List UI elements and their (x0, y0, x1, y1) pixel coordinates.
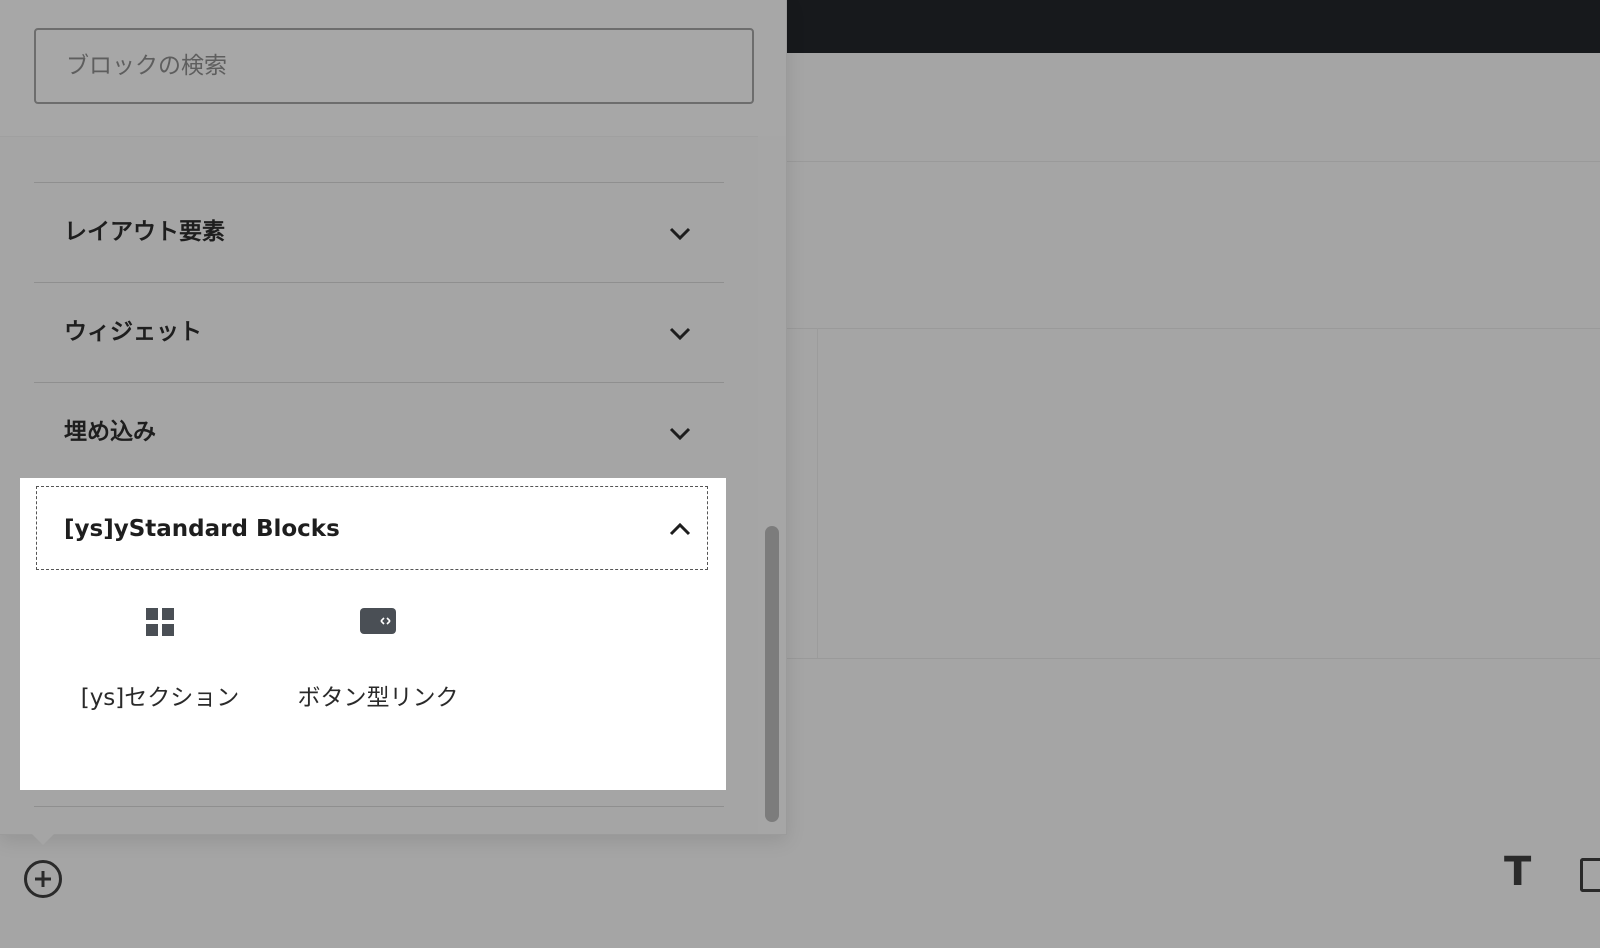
chevron-up-icon (669, 522, 691, 536)
text-tool-icon[interactable]: T (1504, 852, 1538, 892)
category-header[interactable]: [ys]yStandard Blocks (36, 486, 708, 570)
category-label: 埋め込み (64, 419, 156, 445)
block-item-button-link[interactable]: ボタン型リンク (278, 608, 478, 728)
add-block-button[interactable] (24, 860, 62, 898)
editor-divider (786, 161, 1600, 162)
editor-block-area (817, 328, 1600, 658)
block-item-ys-section[interactable]: [ys]セクション (60, 608, 260, 728)
category-label: レイアウト要素 (64, 219, 225, 245)
popover-caret (32, 834, 54, 845)
category-label: [ys]yStandard Blocks (64, 516, 340, 542)
block-label: ボタン型リンク (297, 685, 459, 711)
editor-divider (786, 658, 1600, 659)
block-inserter-panel: レイアウト要素 ウィジェット 埋め込み [ys]yStandard Blocks… (0, 0, 787, 835)
panel-scrollbar[interactable] (758, 136, 786, 834)
button-link-icon (360, 608, 396, 634)
category-label: ウィジェット (64, 319, 202, 345)
block-label: [ys]セクション (80, 685, 240, 711)
chevron-down-icon (669, 227, 691, 241)
grid-icon (146, 608, 174, 636)
category-layout[interactable]: レイアウト要素 (34, 182, 724, 280)
category-widgets[interactable]: ウィジェット (34, 282, 724, 380)
category-divider (34, 806, 724, 807)
category-embeds[interactable]: 埋め込み (34, 382, 724, 480)
category-cut-off (64, 122, 704, 136)
scrollbar-thumb[interactable] (765, 526, 779, 822)
block-search-input[interactable] (34, 28, 754, 104)
chevron-down-icon (669, 327, 691, 341)
image-tool-icon[interactable] (1580, 858, 1600, 892)
plus-icon (35, 871, 51, 887)
chevron-down-icon (669, 427, 691, 441)
editor-top-bar (786, 0, 1600, 53)
search-area (0, 0, 786, 137)
category-ystandard-blocks: [ys]yStandard Blocks [ys]セクション ボタン型リンク (20, 478, 726, 790)
